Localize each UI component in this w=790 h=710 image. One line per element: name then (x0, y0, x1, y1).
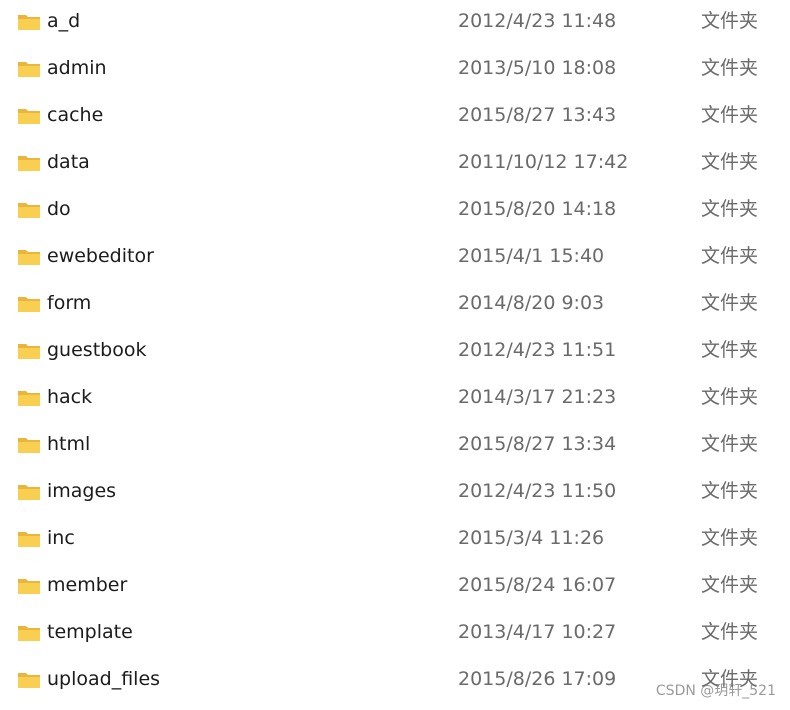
file-name: data (47, 151, 90, 173)
file-name: template (47, 621, 133, 643)
file-type: 文件夹 (701, 57, 759, 79)
folder-icon (18, 626, 40, 641)
list-item[interactable]: admin 2013/5/10 18:08 文件夹 (0, 47, 790, 94)
file-name: admin (47, 57, 107, 79)
watermark: CSDN @玥轩_521 (655, 683, 776, 699)
folder-icon (18, 15, 40, 30)
list-item[interactable]: data 2011/10/12 17:42 文件夹 (0, 141, 790, 188)
list-item[interactable]: cache 2015/8/27 13:43 文件夹 (0, 94, 790, 141)
file-type: 文件夹 (701, 104, 759, 126)
file-modified-date: 2014/8/20 9:03 (458, 292, 605, 314)
file-name: cache (47, 104, 104, 126)
file-name: form (47, 292, 92, 314)
folder-icon (18, 532, 40, 547)
folder-icon (18, 391, 40, 406)
file-modified-date: 2015/8/27 13:43 (458, 104, 617, 126)
list-item[interactable]: hack 2014/3/17 21:23 文件夹 (0, 376, 790, 423)
file-modified-date: 2015/8/26 17:09 (458, 668, 617, 690)
file-modified-date: 2012/4/23 11:50 (458, 480, 617, 502)
file-type: 文件夹 (701, 151, 759, 173)
file-type: 文件夹 (701, 292, 759, 314)
list-item[interactable]: do 2015/8/20 14:18 文件夹 (0, 188, 790, 235)
file-type: 文件夹 (701, 621, 759, 643)
file-modified-date: 2015/8/24 16:07 (458, 574, 617, 596)
file-modified-date: 2011/10/12 17:42 (458, 151, 629, 173)
file-modified-date: 2015/8/27 13:34 (458, 433, 617, 455)
file-name: do (47, 198, 71, 220)
folder-icon (18, 250, 40, 265)
folder-icon (18, 156, 40, 171)
file-modified-date: 2015/3/4 11:26 (458, 527, 605, 549)
file-modified-date: 2013/5/10 18:08 (458, 57, 617, 79)
file-type: 文件夹 (701, 386, 759, 408)
file-modified-date: 2015/4/1 15:40 (458, 245, 605, 267)
file-name: images (47, 480, 117, 502)
folder-icon (18, 438, 40, 453)
file-type: 文件夹 (701, 245, 759, 267)
file-modified-date: 2015/8/20 14:18 (458, 198, 617, 220)
file-modified-date: 2014/3/17 21:23 (458, 386, 617, 408)
file-name: html (47, 433, 91, 455)
file-type: 文件夹 (701, 339, 759, 361)
list-item[interactable]: form 2014/8/20 9:03 文件夹 (0, 282, 790, 329)
file-type: 文件夹 (701, 527, 759, 549)
list-item[interactable]: html 2015/8/27 13:34 文件夹 (0, 423, 790, 470)
file-type: 文件夹 (701, 433, 759, 455)
file-modified-date: 2013/4/17 10:27 (458, 621, 617, 643)
folder-icon (18, 203, 40, 218)
file-name: hack (47, 386, 93, 408)
folder-icon (18, 673, 40, 688)
file-type: 文件夹 (701, 480, 759, 502)
folder-icon (18, 297, 40, 312)
file-type: 文件夹 (701, 198, 759, 220)
file-name: guestbook (47, 339, 147, 361)
file-type: 文件夹 (701, 574, 759, 596)
file-name: upload_files (47, 668, 161, 690)
folder-icon (18, 485, 40, 500)
file-name: member (47, 574, 128, 596)
folder-icon (18, 109, 40, 124)
list-item[interactable]: guestbook 2012/4/23 11:51 文件夹 (0, 329, 790, 376)
folder-icon (18, 344, 40, 359)
list-item[interactable]: inc 2015/3/4 11:26 文件夹 (0, 517, 790, 564)
folder-icon (18, 62, 40, 77)
folder-icon (18, 579, 40, 594)
list-item[interactable]: member 2015/8/24 16:07 文件夹 (0, 564, 790, 611)
list-item[interactable]: images 2012/4/23 11:50 文件夹 (0, 470, 790, 517)
file-type: 文件夹 (701, 10, 759, 32)
list-item[interactable]: template 2013/4/17 10:27 文件夹 (0, 611, 790, 658)
list-item[interactable]: a_d 2012/4/23 11:48 文件夹 (0, 0, 790, 47)
file-name: inc (47, 527, 75, 549)
file-modified-date: 2012/4/23 11:48 (458, 10, 617, 32)
list-item[interactable]: ewebeditor 2015/4/1 15:40 文件夹 (0, 235, 790, 282)
file-modified-date: 2012/4/23 11:51 (458, 339, 617, 361)
file-name: ewebeditor (47, 245, 154, 267)
file-name: a_d (47, 10, 81, 32)
